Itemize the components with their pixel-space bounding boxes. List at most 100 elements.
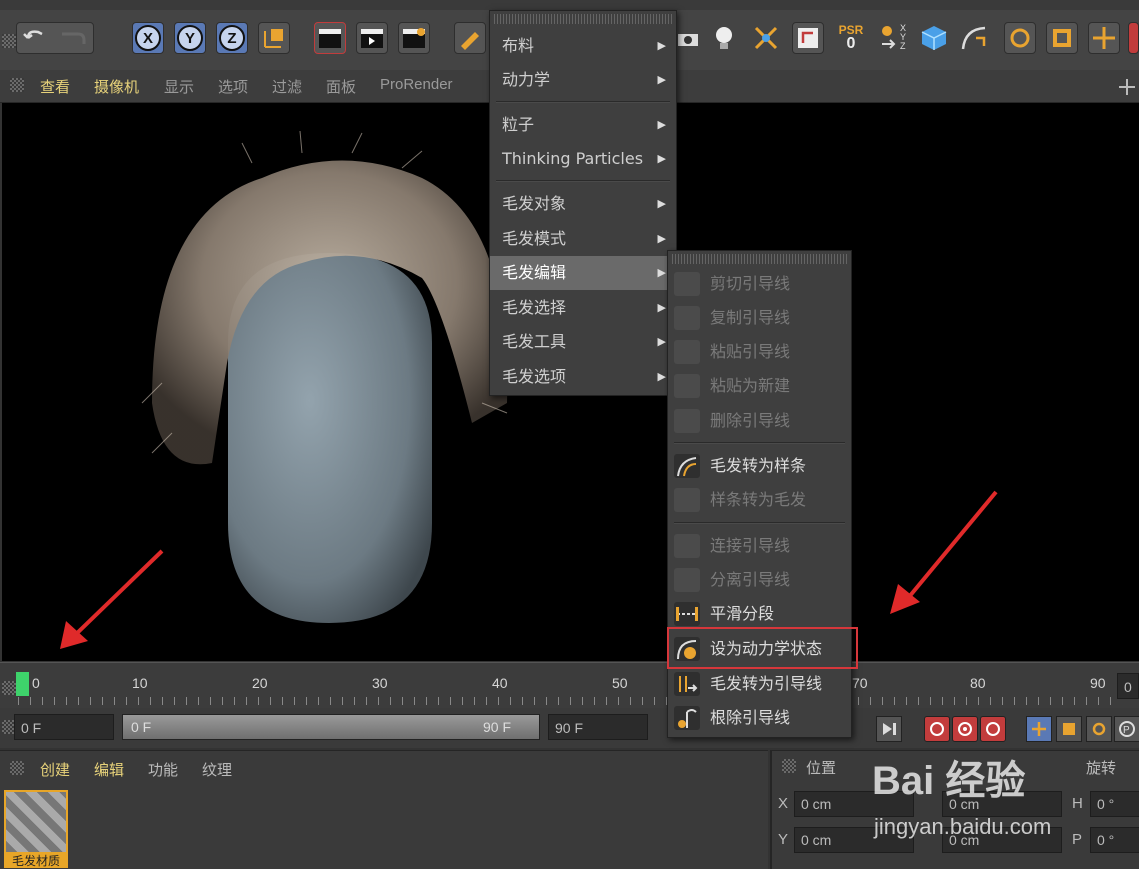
menu-item-thinking-particles[interactable]: Thinking Particles ▶ <box>490 142 676 176</box>
max-frame-field[interactable]: 90 F <box>548 714 648 740</box>
coordinate-system-button[interactable] <box>258 22 290 54</box>
viewport-move-icon[interactable] <box>1118 78 1136 96</box>
paste-guides-icon <box>674 340 700 364</box>
menu-item-cut-guides[interactable]: 剪切引导线 <box>668 267 851 301</box>
render-settings-button[interactable] <box>398 22 430 54</box>
generator-button[interactable] <box>792 22 824 54</box>
view-menu-display[interactable]: 显示 <box>164 76 194 97</box>
menu-item-hair-to-spline[interactable]: 毛发转为样条 <box>668 449 851 483</box>
timeline-playhead[interactable] <box>16 672 29 696</box>
menu-item-cloth[interactable]: 布料 ▶ <box>490 29 676 63</box>
menu-item-dynamics[interactable]: 动力学 ▶ <box>490 63 676 97</box>
record-key-button[interactable] <box>924 716 950 742</box>
submenu-tearoff-grip[interactable] <box>672 254 847 264</box>
menu-item-paste-guides[interactable]: 粘贴引导线 <box>668 335 851 369</box>
material-menu-create[interactable]: 创建 <box>40 759 70 780</box>
timeline-tick: 80 <box>970 675 986 691</box>
timeline-end-field[interactable]: 0 <box>1117 673 1139 699</box>
timeline-tick: 10 <box>132 675 148 691</box>
menu-item-hair-edit[interactable]: 毛发编辑 ▶ <box>490 256 676 290</box>
menu-item-hair-to-guides[interactable]: 毛发转为引导线 <box>668 667 851 701</box>
menu-item-copy-guides[interactable]: 复制引导线 <box>668 301 851 335</box>
copy-guides-icon <box>674 306 700 330</box>
material-menu-edit[interactable]: 编辑 <box>94 759 124 780</box>
material-menu-texture[interactable]: 纹理 <box>202 759 232 780</box>
view-menu-camera[interactable]: 摄像机 <box>94 76 139 97</box>
psr-button[interactable]: PSR 0 <box>832 22 870 54</box>
move-icon <box>1093 27 1115 49</box>
timeline-ruler <box>18 697 1118 705</box>
rotate-tool-button[interactable] <box>1004 22 1036 54</box>
menu-item-hair-tools[interactable]: 毛发工具 ▶ <box>490 325 676 359</box>
submenu-arrow-icon: ▶ <box>657 39 666 52</box>
z-axis-button[interactable]: Z <box>216 22 248 54</box>
split-guides-icon <box>674 568 700 592</box>
submenu-arrow-icon: ▶ <box>657 118 666 131</box>
timeline[interactable]: 0 10 20 30 40 50 60 70 80 90 0 <box>0 662 1139 709</box>
menu-item-hair-mode[interactable]: 毛发模式 ▶ <box>490 222 676 256</box>
key-parameter-button[interactable]: P <box>1114 716 1139 742</box>
menu-item-root-guides[interactable]: 根除引导线 <box>668 701 851 735</box>
view-menu-prorender[interactable]: ProRender <box>380 76 453 93</box>
undo-icon[interactable] <box>20 26 90 50</box>
undo-redo-group <box>16 22 94 54</box>
scale-tool-button[interactable] <box>1046 22 1078 54</box>
autokey-button[interactable] <box>952 716 978 742</box>
menu-item-particles[interactable]: 粒子 ▶ <box>490 108 676 142</box>
menu-item-paste-as-new[interactable]: 粘贴为新建 <box>668 369 851 403</box>
current-frame-field[interactable]: 0 F <box>14 714 114 740</box>
x-axis-button[interactable]: X <box>132 22 164 54</box>
svg-text:P: P <box>1123 725 1130 736</box>
scale-key-icon <box>1063 723 1075 735</box>
toolbar-grip[interactable] <box>2 34 16 48</box>
axis-lock-button[interactable]: X Y Z <box>876 22 908 54</box>
move-key-icon <box>1032 722 1046 736</box>
key-position-button[interactable] <box>1026 716 1052 742</box>
view-menu-options[interactable]: 选项 <box>218 76 248 97</box>
timeline-tick: 30 <box>372 675 388 691</box>
menu-tearoff-grip[interactable] <box>494 14 672 24</box>
key-scale-button[interactable] <box>1056 716 1082 742</box>
menu-item-delete-guides[interactable]: 删除引导线 <box>668 404 851 438</box>
watermark-logo: Bai 经验 <box>872 759 1026 803</box>
hair-material-thumbnail[interactable] <box>4 790 68 854</box>
menu-separator <box>674 442 845 444</box>
skip-end-icon <box>883 723 896 735</box>
frame-range-slider[interactable]: 0 F 90 F <box>122 714 540 740</box>
key-rotation-button[interactable] <box>1086 716 1112 742</box>
render-picture-viewer-button[interactable] <box>356 22 388 54</box>
material-name: 毛发材质 <box>4 854 68 868</box>
menu-item-split-guides[interactable]: 分离引导线 <box>668 563 851 597</box>
timeline-tick: 50 <box>612 675 628 691</box>
view-menu-view[interactable]: 查看 <box>40 76 70 97</box>
view-menu-panel[interactable]: 面板 <box>326 76 356 97</box>
material-grip[interactable] <box>10 761 24 775</box>
menu-item-spline-to-hair[interactable]: 样条转为毛发 <box>668 483 851 517</box>
move-tool-button[interactable] <box>1088 22 1120 54</box>
view-menu-filter[interactable]: 过滤 <box>272 76 302 97</box>
menu-item-smooth-segments[interactable]: 平滑分段 <box>668 597 851 631</box>
go-to-end-button[interactable] <box>876 716 902 742</box>
deformer-button[interactable] <box>750 22 782 54</box>
menu-item-hair-objects[interactable]: 毛发对象 ▶ <box>490 187 676 221</box>
pen-tool-button[interactable] <box>454 22 486 54</box>
menu-item-hair-options[interactable]: 毛发选项 ▶ <box>490 360 676 394</box>
more-tools-button[interactable] <box>1128 22 1139 54</box>
viewport-menu-grip[interactable] <box>10 78 24 92</box>
material-menu-function[interactable]: 功能 <box>148 759 178 780</box>
light-button[interactable] <box>708 22 740 54</box>
keyframe-selection-button[interactable] <box>980 716 1006 742</box>
timeline-tick: 90 <box>1090 675 1106 691</box>
coords-grip[interactable] <box>782 759 796 773</box>
render-view-button[interactable] <box>314 22 346 54</box>
timeline-grip[interactable] <box>2 681 16 695</box>
submenu-arrow-icon: ▶ <box>657 232 666 245</box>
menu-item-hair-selection[interactable]: 毛发选择 ▶ <box>490 291 676 325</box>
menu-item-connect-guides[interactable]: 连接引导线 <box>668 529 851 563</box>
generator-icon <box>798 28 818 48</box>
range-start: 0 F <box>131 719 152 735</box>
smooth-segments-icon <box>674 602 700 626</box>
cube-button[interactable] <box>918 22 950 54</box>
spline-button[interactable] <box>958 22 990 54</box>
y-axis-button[interactable]: Y <box>174 22 206 54</box>
